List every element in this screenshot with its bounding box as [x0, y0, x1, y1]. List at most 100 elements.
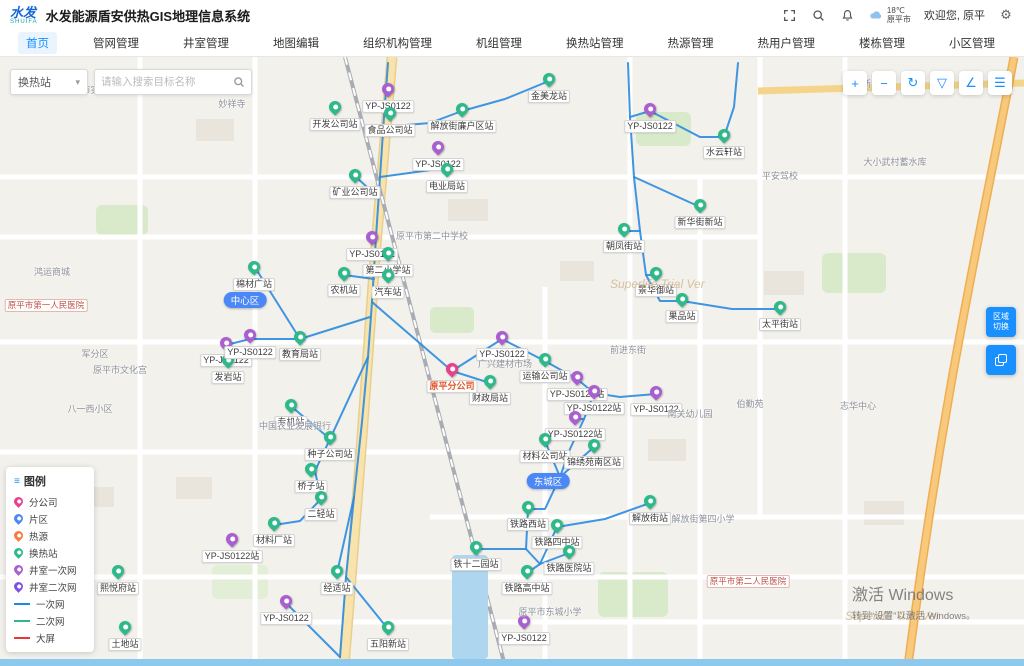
station-pin-icon[interactable]	[117, 619, 134, 636]
place-label: 中国农业发展银行	[259, 419, 331, 432]
zoom-out-button[interactable]: −	[872, 71, 896, 95]
branch-pin-icon[interactable]	[444, 361, 461, 378]
notification-bell-icon[interactable]	[840, 7, 856, 23]
station-pin-icon[interactable]	[549, 517, 566, 534]
tab-地图编辑[interactable]: 地图编辑	[265, 32, 327, 54]
station-pin-icon[interactable]	[772, 299, 789, 316]
map-controls: +−↻▽∠☰	[843, 71, 1012, 95]
map-canvas[interactable]: 开发公司站YP-JS0122食品公司站金美龙站解放街廉户区站YP-JS0122电…	[0, 57, 1024, 666]
station-pin-icon[interactable]	[616, 221, 633, 238]
tab-热源管理[interactable]: 热源管理	[660, 32, 722, 54]
legend-icon: ≡	[14, 476, 20, 487]
station-label: YP-JS0122站	[202, 550, 263, 563]
station-label: 果品站	[665, 310, 698, 323]
tab-楼栋管理[interactable]: 楼栋管理	[851, 32, 913, 54]
tab-机组管理[interactable]: 机组管理	[468, 32, 530, 54]
station-pin-icon[interactable]	[692, 197, 709, 214]
tab-组织机构管理[interactable]: 组织机构管理	[355, 32, 440, 54]
well-pin-icon[interactable]	[278, 593, 295, 610]
legend-item-井室二次网: 井室二次网	[14, 578, 86, 595]
legend-label: 分公司	[29, 495, 58, 509]
well-pin-icon[interactable]	[224, 531, 241, 548]
station-pin-icon[interactable]	[716, 127, 733, 144]
station-label: 矿业公司站	[329, 186, 380, 199]
station-pin-icon[interactable]	[246, 259, 263, 276]
station-pin-icon[interactable]	[642, 493, 659, 510]
well-pin-icon[interactable]	[380, 81, 397, 98]
district-badge-东城区[interactable]: 东城区	[527, 473, 570, 489]
station-pin-icon[interactable]	[537, 351, 554, 368]
station-pin-icon[interactable]	[303, 461, 320, 478]
well-pin-icon[interactable]	[569, 369, 586, 386]
legend-label: 大屏	[36, 631, 55, 645]
tab-热用户管理[interactable]: 热用户管理	[750, 32, 824, 54]
well-pin-icon[interactable]	[242, 327, 259, 344]
region-switch-button[interactable]: 区域切换	[986, 307, 1016, 337]
fullscreen-icon[interactable]	[782, 7, 798, 23]
windows-activate-watermark: 激活 Windows 转到“设置”以激活 Windows。	[852, 581, 976, 622]
search-icon[interactable]	[811, 7, 827, 23]
settings-gear-icon[interactable]: ⚙	[998, 7, 1014, 23]
tab-换热站管理[interactable]: 换热站管理	[558, 32, 632, 54]
legend-label: 热源	[29, 529, 48, 543]
station-pin-icon[interactable]	[292, 329, 309, 346]
well-pin-icon[interactable]	[430, 139, 447, 156]
station-pin-icon[interactable]	[266, 515, 283, 532]
station-pin-icon[interactable]	[283, 397, 300, 414]
station-pin-icon[interactable]	[454, 101, 471, 118]
station-pin-icon[interactable]	[541, 71, 558, 88]
station-pin-icon[interactable]	[519, 563, 536, 580]
station-label: YP-JS0122	[498, 632, 550, 645]
legend-item-分公司: 分公司	[14, 493, 86, 510]
well-pin-icon[interactable]	[642, 101, 659, 118]
well-pin-icon[interactable]	[648, 384, 665, 401]
station-pin-icon[interactable]	[482, 373, 499, 390]
station-pin-icon[interactable]	[380, 619, 397, 636]
legend-label: 井室二次网	[29, 580, 77, 594]
weather-widget: 18℃ 原平市	[869, 6, 911, 24]
station-pin-icon[interactable]	[327, 99, 344, 116]
station-pin-icon[interactable]	[110, 563, 127, 580]
search-box	[94, 69, 252, 95]
search-magnifier-icon[interactable]	[233, 76, 245, 88]
search-input[interactable]	[101, 76, 233, 88]
station-label: 电业局站	[426, 180, 468, 193]
station-label: 解放街廉户区站	[427, 120, 496, 133]
nav-tabs: 首页 管网管理 井室管理 地图编辑 组织机构管理 机组管理 换热站管理 热源管理 热用户管理 楼栋…	[0, 30, 1024, 57]
filter-button[interactable]: ▽	[930, 71, 954, 95]
tab-小区管理[interactable]: 小区管理	[941, 32, 1003, 54]
measure-button[interactable]: ∠	[959, 71, 983, 95]
station-label: YP-JS0122	[412, 158, 464, 171]
app-logo: 水发 SHUIFA	[10, 6, 38, 25]
station-label: 经适站	[320, 582, 353, 595]
district-badge-中心区[interactable]: 中心区	[224, 292, 267, 308]
reset-view-button[interactable]: ↻	[901, 71, 925, 95]
tab-首页[interactable]: 首页	[18, 32, 57, 54]
legend-swatch	[12, 580, 25, 593]
weather-temp: 18℃	[887, 6, 911, 15]
legend-label: 井室一次网	[29, 563, 77, 577]
well-pin-icon[interactable]	[494, 329, 511, 346]
station-pin-icon[interactable]	[468, 539, 485, 556]
station-label: 农机站	[327, 284, 360, 297]
well-pin-icon[interactable]	[364, 229, 381, 246]
station-label: 铁路西站	[507, 518, 549, 531]
search-type-value: 换热站	[18, 74, 51, 90]
place-label: 广兴建材市场	[478, 357, 532, 370]
legend-item-换热站: 换热站	[14, 544, 86, 561]
station-pin-icon[interactable]	[329, 563, 346, 580]
place-label: 大小武村蓄水库	[863, 155, 926, 168]
tab-管网管理[interactable]: 管网管理	[85, 32, 147, 54]
legend-swatch	[14, 603, 30, 605]
zoom-in-button[interactable]: +	[843, 71, 867, 95]
station-pin-icon[interactable]	[520, 499, 537, 516]
station-label: 棉材广站	[233, 278, 275, 291]
weather-cloud-icon	[869, 9, 883, 21]
layers-button[interactable]: ☰	[988, 71, 1012, 95]
place-label: 解放街第四小学	[671, 512, 734, 525]
layer-switch-button[interactable]	[986, 345, 1016, 375]
station-pin-icon[interactable]	[347, 167, 364, 184]
tab-井室管理[interactable]: 井室管理	[175, 32, 237, 54]
station-pin-icon[interactable]	[336, 265, 353, 282]
search-type-select[interactable]: 换热站 ▾	[10, 69, 88, 95]
